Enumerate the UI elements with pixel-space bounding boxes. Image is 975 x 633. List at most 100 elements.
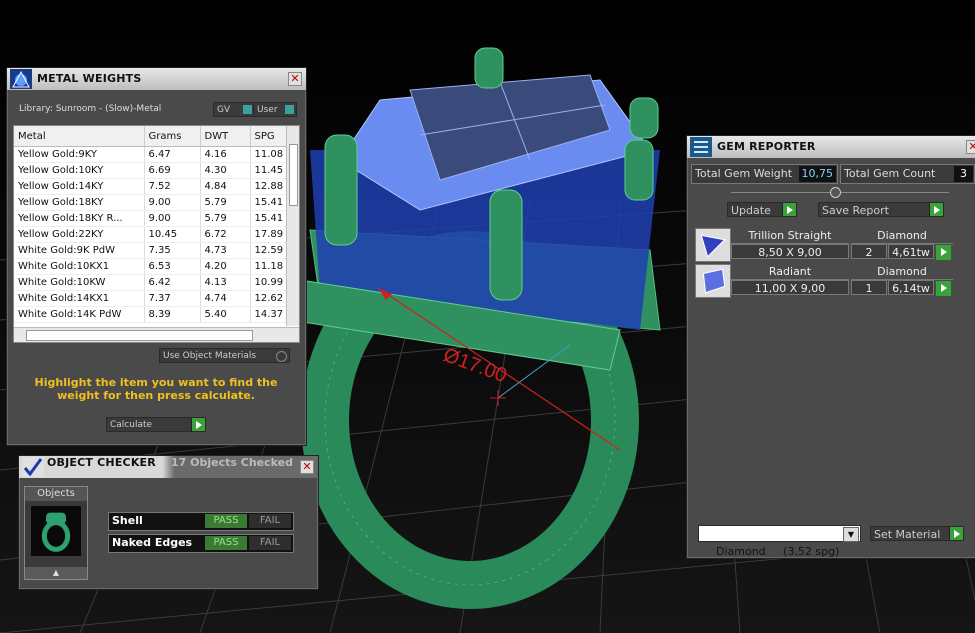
h-scrollbar-thumb[interactable]	[26, 330, 253, 341]
metal-weights-panel: METAL WEIGHTS ✕ Library: Sunroom - (Slow…	[6, 67, 307, 446]
table-row[interactable]: Yellow Gold:9KY 6.47 4.16 11.08	[14, 146, 287, 163]
table-cell: 6.72	[200, 226, 251, 243]
table-cell: 9.00	[144, 210, 201, 227]
table-cell: 4.30	[200, 162, 251, 179]
table-cell: 10.45	[144, 226, 201, 243]
gem-weight: 4,61tw	[888, 244, 934, 259]
table-cell: 7.35	[144, 242, 201, 259]
metal-weights-title: METAL WEIGHTS	[37, 72, 142, 85]
play-icon	[191, 418, 205, 431]
material-select[interactable]: Diamond (3,52 spg) ▼	[698, 525, 861, 558]
table-row[interactable]: Yellow Gold:22KY 10.45 6.72 17.89	[14, 226, 287, 243]
radio-icon	[276, 351, 287, 362]
update-button[interactable]: Update	[727, 202, 797, 217]
table-cell: 7.52	[144, 178, 201, 195]
gv-toggle[interactable]: GV	[213, 102, 255, 117]
gem-cut: Trillion Straight	[731, 228, 849, 244]
column-header-spg[interactable]: SPG	[250, 126, 287, 147]
table-cell: Yellow Gold:22KY	[14, 226, 145, 243]
gem-size: 11,00 X 9,00	[731, 280, 849, 295]
vertical-scrollbar[interactable]	[286, 126, 299, 326]
object-checker-titlebar[interactable]: OBJECT CHECKER 17 Objects Checked ✕	[19, 456, 318, 478]
table-cell: 4.13	[200, 274, 251, 291]
table-cell: 6.53	[144, 258, 201, 275]
table-row[interactable]: White Gold:14KX1 7.37 4.74 12.62	[14, 290, 287, 307]
chevron-down-icon[interactable]: ▼	[843, 527, 859, 542]
gem-material: Diamond	[851, 264, 953, 280]
table-row[interactable]: White Gold:9K PdW 7.35 4.73 12.59	[14, 242, 287, 259]
metal-table: Metal Grams DWT SPG Yellow Gold:9KY 6.47 4…	[14, 126, 287, 323]
gem-weight: 6,14tw	[888, 280, 934, 295]
table-cell: 5.79	[200, 210, 251, 227]
column-header-dwt[interactable]: DWT	[200, 126, 251, 147]
gem-select-button[interactable]	[936, 281, 951, 296]
check-row: Shell PASS FAIL	[108, 512, 294, 531]
gem-count: 2	[851, 244, 887, 259]
gem-reporter-titlebar[interactable]: GEM REPORTER ✕	[687, 136, 975, 158]
scroll-up-icon[interactable]: ▲	[25, 567, 87, 579]
close-icon[interactable]: ✕	[288, 72, 302, 86]
weight-hint: Highlight the item you want to find the …	[34, 376, 278, 402]
gem-cut: Radiant	[731, 264, 849, 280]
gem-count: 1	[851, 280, 887, 295]
play-icon	[782, 203, 796, 216]
metal-weights-icon	[10, 69, 32, 89]
table-row[interactable]: Yellow Gold:18KY R... 9.00 5.79 15.41	[14, 210, 287, 227]
scrollbar-thumb[interactable]	[289, 144, 298, 206]
user-toggle[interactable]: User	[253, 102, 297, 117]
table-cell: Yellow Gold:18KY R...	[14, 210, 145, 227]
close-icon[interactable]: ✕	[300, 460, 314, 474]
table-cell: 5.79	[200, 194, 251, 211]
fail-badge: FAIL	[249, 514, 291, 528]
objects-checked-status: 17 Objects Checked	[171, 456, 293, 469]
pass-badge: PASS	[205, 536, 247, 550]
metal-weights-titlebar[interactable]: METAL WEIGHTS ✕	[7, 68, 306, 90]
table-row[interactable]: Yellow Gold:14KY 7.52 4.84 12.88	[14, 178, 287, 195]
table-cell: Yellow Gold:18KY	[14, 194, 145, 211]
gem-select-button[interactable]	[936, 245, 951, 260]
metal-table-container: Metal Grams DWT SPG Yellow Gold:9KY 6.47 4…	[13, 125, 300, 343]
table-cell: 12.88	[250, 178, 287, 195]
table-cell: 12.59	[250, 242, 287, 259]
use-object-materials-checkbox[interactable]: Use Object Materials	[159, 348, 290, 363]
table-cell: 11.18	[250, 258, 287, 275]
table-cell: 12.62	[250, 290, 287, 307]
total-gem-weight-value: 10,75	[798, 166, 836, 182]
gem-row[interactable]: Radiant Diamond 11,00 X 9,00 1 6,14tw	[695, 264, 967, 298]
table-cell: 4.84	[200, 178, 251, 195]
objects-label: Objects	[25, 487, 87, 501]
table-cell: 11.45	[250, 162, 287, 179]
column-header-grams[interactable]: Grams	[144, 126, 201, 147]
table-cell: White Gold:14KX1	[14, 290, 145, 307]
object-checker-panel: OBJECT CHECKER 17 Objects Checked ✕ Obje…	[18, 455, 319, 590]
table-row[interactable]: Yellow Gold:18KY 9.00 5.79 15.41	[14, 194, 287, 211]
table-cell: 7.37	[144, 290, 201, 307]
column-header-metal[interactable]: Metal	[14, 126, 145, 147]
table-cell: White Gold:9K PdW	[14, 242, 145, 259]
table-cell: 4.73	[200, 242, 251, 259]
table-cell: 6.42	[144, 274, 201, 291]
play-icon	[941, 284, 947, 292]
gem-thumbnail-icon	[695, 228, 731, 262]
ring-thumbnail-icon	[31, 506, 81, 556]
divider-knob-icon[interactable]	[830, 187, 841, 198]
table-row[interactable]: White Gold:10KX1 6.53 4.20 11.18	[14, 258, 287, 275]
table-row[interactable]: Yellow Gold:10KY 6.69 4.30 11.45	[14, 162, 287, 179]
gem-reporter-icon	[690, 137, 712, 157]
horizontal-scrollbar[interactable]	[14, 327, 299, 342]
calculate-button[interactable]: Calculate	[106, 417, 206, 432]
gem-size: 8,50 X 9,00	[731, 244, 849, 259]
gem-row[interactable]: Trillion Straight Diamond 8,50 X 9,00 2 4,61…	[695, 228, 967, 262]
table-cell: 6.69	[144, 162, 201, 179]
gv-toggle-indicator-icon	[243, 105, 252, 114]
table-cell: Yellow Gold:14KY	[14, 178, 145, 195]
table-row[interactable]: White Gold:14K PdW 8.39 5.40 14.37	[14, 306, 287, 323]
table-row[interactable]: White Gold:10KW 6.42 4.13 10.99	[14, 274, 287, 291]
library-label: Library: Sunroom - (Slow)-Metal	[19, 104, 162, 114]
gem-reporter-panel: GEM REPORTER ✕ Total Gem Weight 10,75 To…	[686, 135, 975, 559]
close-icon[interactable]: ✕	[966, 140, 975, 154]
table-cell: 11.08	[250, 146, 287, 163]
objects-preview: Objects ▲	[24, 486, 88, 580]
set-material-button[interactable]: Set Material	[870, 526, 964, 541]
save-report-button[interactable]: Save Report	[818, 202, 944, 217]
